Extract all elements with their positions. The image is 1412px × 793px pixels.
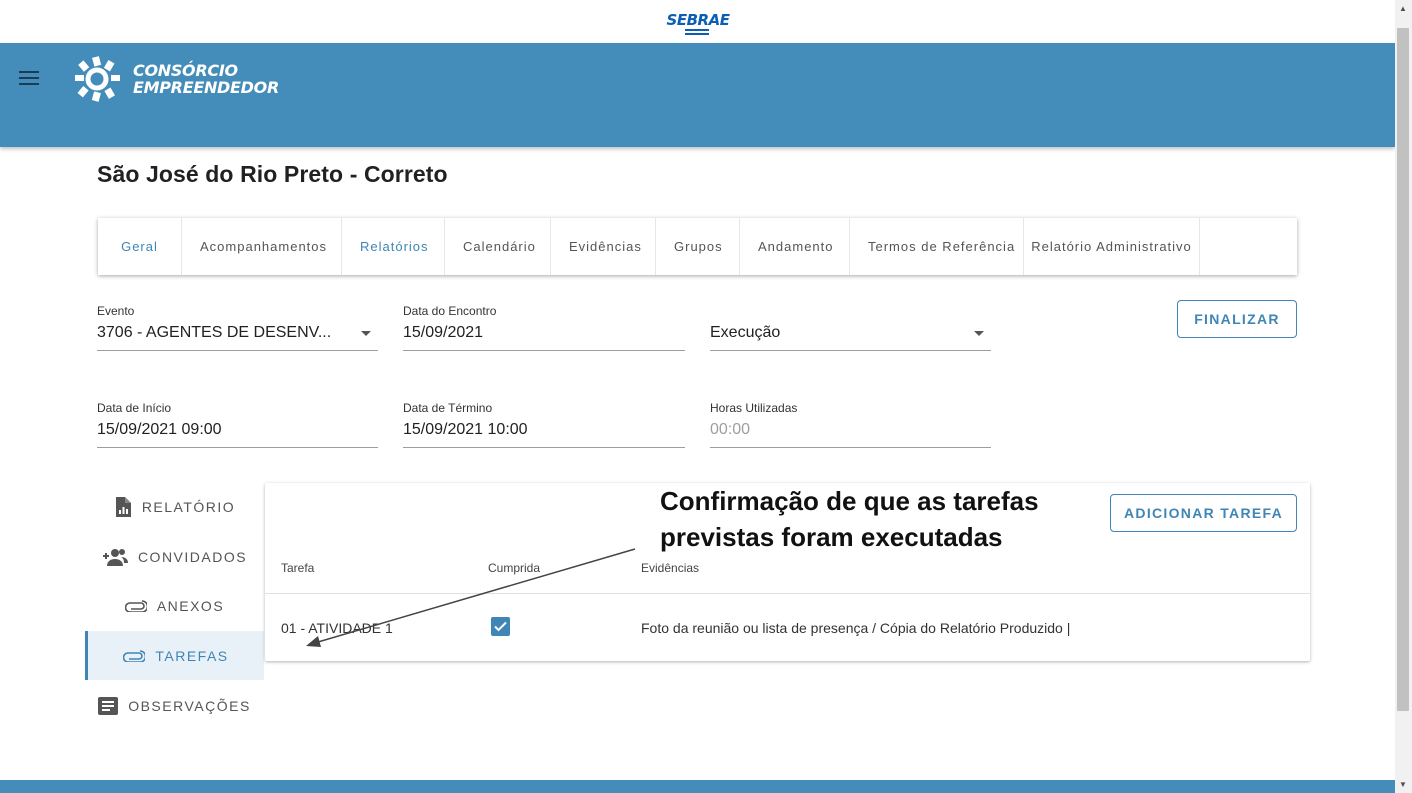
brand-logo[interactable]: CONSÓRCIO EMPREENDEDOR [73,54,303,104]
sebrae-logo: SEBRAE [665,11,731,39]
add-people-icon [102,548,128,566]
sidebar-item-convidados-label: CONVIDADOS [137,548,248,565]
evento-label: Evento [97,304,135,318]
tab-termos-referencia[interactable]: Termos de Referência [850,218,1024,275]
brand-line-2: EMPREENDEDOR [133,78,279,97]
brand-name: CONSÓRCIO EMPREENDEDOR [133,62,279,96]
checkmark-icon [494,621,507,632]
horas-utilizadas-label: Horas Utilizadas [710,401,798,415]
add-task-button[interactable]: ADICIONAR TAREFA [1110,494,1297,532]
app-header: CONSÓRCIO EMPREENDEDOR [0,43,1395,147]
tab-grupos[interactable]: Grupos [656,218,740,275]
page-title: São José do Rio Preto - Correto [97,161,448,187]
data-termino-field[interactable]: Data de Término 15/09/2021 10:00 [403,400,685,448]
tab-relatorios[interactable]: Relatórios [342,218,445,275]
tab-relatorio-administrativo[interactable]: Relatório Administrativo [1024,218,1200,275]
sidebar-item-anexos[interactable]: ANEXOS [85,581,264,630]
scroll-down-arrow-icon[interactable]: ▼ [1399,780,1407,789]
data-inicio-label: Data de Início [97,401,172,415]
horas-utilizadas-field[interactable]: Horas Utilizadas 00:00 [710,400,991,448]
brand-mark-icon [75,56,120,102]
sidebar-item-convidados[interactable]: CONVIDADOS [85,532,264,581]
task-done-checkbox[interactable] [491,617,510,636]
sidebar-item-tarefas[interactable]: TAREFAS [85,631,264,680]
tab-andamento[interactable]: Andamento [740,218,850,275]
sidebar-item-relatorio-label: RELATÓRIO [141,498,236,515]
data-inicio-field[interactable]: Data de Início 15/09/2021 09:00 [97,400,378,448]
status-dropdown-caret-icon [974,331,984,336]
notes-icon [98,696,119,715]
tab-acompanhamentos[interactable]: Acompanhamentos [182,218,342,275]
sidebar-item-relatorio[interactable]: RELATÓRIO [85,482,264,531]
tab-geral[interactable]: Geral [98,218,182,275]
top-bar: SEBRAE [0,0,1395,43]
task-name-cell: 01 - ATIVIDADE 1 [281,620,393,636]
data-termino-label: Data de Término [403,401,493,415]
data-encontro-label: Data do Encontro [403,304,497,318]
sebrae-logo-text: SEBRAE [666,11,730,29]
sebrae-logo-bars [685,29,709,37]
sidebar-item-anexos-label: ANEXOS [156,597,225,614]
task-evidence-cell: Foto da reunião ou lista de presença / C… [641,620,1071,636]
sidebar-item-observacoes[interactable]: OBSERVAÇÕES [85,681,264,730]
annotation-line-2: previstas foram executadas [660,522,1003,552]
sidebar-item-observacoes-label: OBSERVAÇÕES [128,697,251,714]
paperclip-icon [124,599,147,612]
evento-select[interactable]: Evento 3706 - AGENTES DE DESENV... [97,303,378,351]
status-value: Execução [710,324,781,341]
brand-line-1: CONSÓRCIO [133,61,238,80]
horas-utilizadas-placeholder: 00:00 [710,421,751,438]
data-inicio-value: 15/09/2021 09:00 [97,421,222,438]
column-header-evidencias: Evidências [641,561,700,575]
annotation-callout: Confirmação de que as tarefas previstas … [660,483,1039,555]
column-header-tarefa: Tarefa [281,561,315,575]
data-termino-value: 15/09/2021 10:00 [403,421,528,438]
footer-bar [0,780,1395,793]
tab-evidencias[interactable]: Evidências [551,218,656,275]
main-tabs: Geral Acompanhamentos Relatórios Calendá… [98,218,1297,275]
finalizar-button[interactable]: FINALIZAR [1177,300,1297,338]
tab-calendario[interactable]: Calendário [445,218,551,275]
sidebar-item-tarefas-label: TAREFAS [155,647,229,664]
report-file-icon [115,496,131,517]
column-header-cumprida: Cumprida [488,561,541,575]
annotation-line-1: Confirmação de que as tarefas [660,486,1039,516]
scroll-up-arrow-icon[interactable]: ▲ [1399,4,1407,13]
scrollbar-thumb[interactable] [1397,28,1409,711]
hamburger-menu-icon[interactable] [19,71,39,87]
paperclip-icon [123,649,146,662]
status-select[interactable]: Execução [710,303,991,351]
evento-dropdown-caret-icon [361,331,371,336]
data-encontro-field[interactable]: Data do Encontro 15/09/2021 [403,303,685,351]
evento-value: 3706 - AGENTES DE DESENV... [97,324,332,341]
table-header-divider [265,593,1310,594]
data-encontro-value: 15/09/2021 [403,324,484,341]
